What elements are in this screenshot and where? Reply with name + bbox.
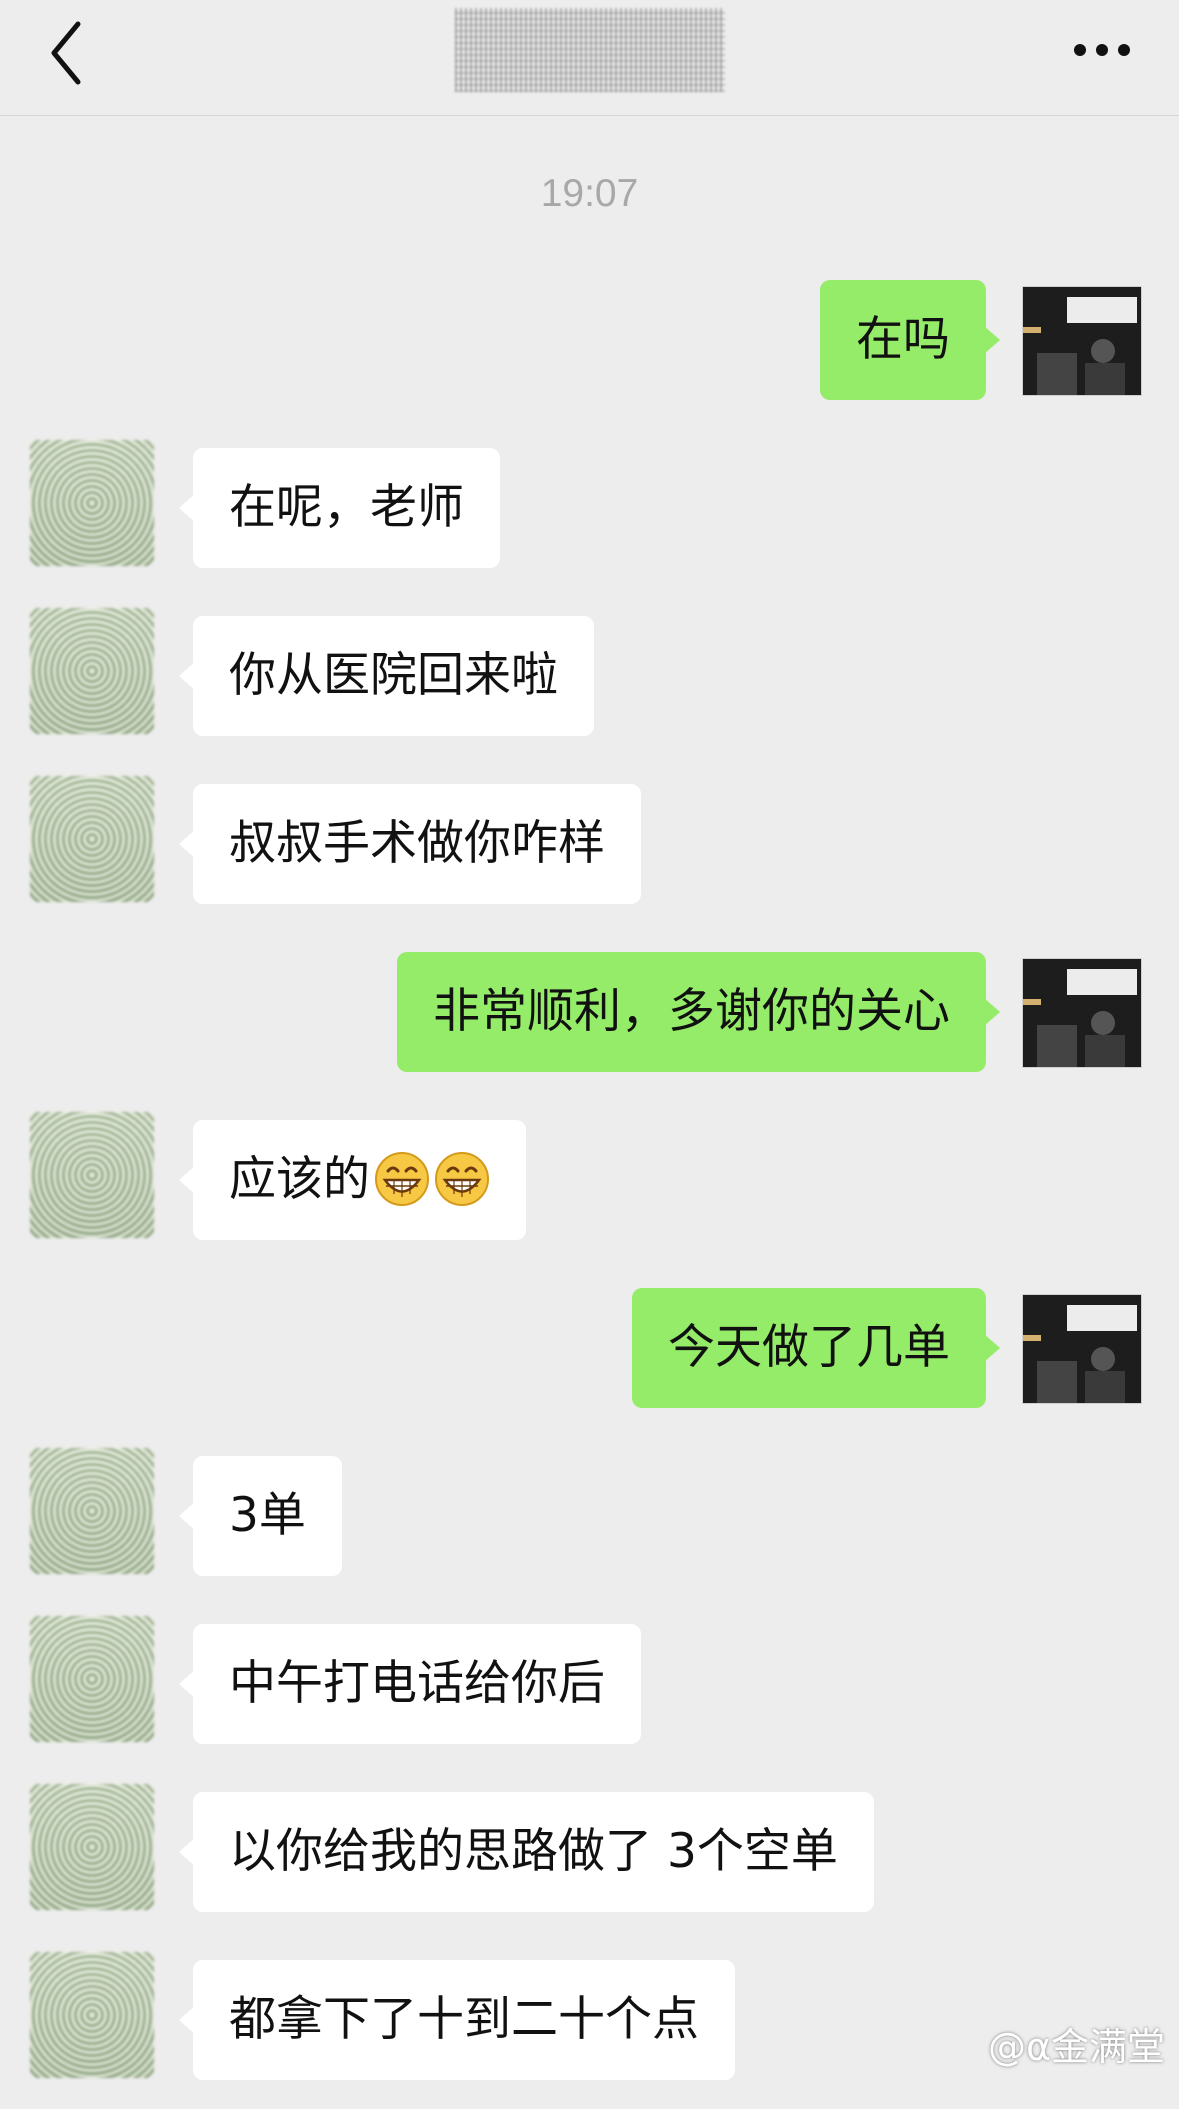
chat-header bbox=[0, 0, 1179, 116]
avatar-image bbox=[1023, 959, 1141, 1067]
message-bubble-received[interactable]: 都拿下了十到二十个点 bbox=[179, 1960, 735, 2080]
chat-title-obscured bbox=[455, 8, 725, 92]
contact-avatar[interactable] bbox=[30, 1448, 154, 1574]
contact-avatar[interactable] bbox=[30, 440, 154, 566]
message-bubble-received[interactable]: 叔叔手术做你咋样 bbox=[179, 784, 641, 904]
my-avatar[interactable] bbox=[1022, 286, 1142, 396]
watermark: @α金满堂 bbox=[987, 2025, 1165, 2069]
message-bubble-received[interactable]: 应该的 bbox=[179, 1120, 526, 1240]
message-bubble-received[interactable]: 在呢，老师 bbox=[179, 448, 500, 568]
contact-avatar[interactable] bbox=[30, 1784, 154, 1910]
contact-avatar[interactable] bbox=[30, 1112, 154, 1238]
contact-avatar[interactable] bbox=[30, 608, 154, 734]
message-text: 应该的 bbox=[229, 1152, 370, 1207]
avatar-image bbox=[1023, 287, 1141, 395]
message-bubble-sent[interactable]: 今天做了几单 bbox=[632, 1288, 1000, 1408]
message-bubble-sent[interactable]: 在吗 bbox=[820, 280, 1000, 400]
grinning-face-icon bbox=[375, 1152, 429, 1206]
grinning-face-icon bbox=[435, 1152, 489, 1206]
chevron-left-icon bbox=[51, 21, 81, 85]
message-bubble-received[interactable]: 3单 bbox=[179, 1456, 342, 1576]
message-bubble-sent[interactable]: 非常顺利，多谢你的关心 bbox=[397, 952, 1000, 1072]
message-bubble-received[interactable]: 中午打电话给你后 bbox=[179, 1624, 641, 1744]
my-avatar[interactable] bbox=[1022, 1294, 1142, 1404]
message-bubble-received[interactable]: 以你给我的思路做了 3个空单 bbox=[179, 1792, 874, 1912]
message-timestamp: 19:07 bbox=[540, 172, 639, 215]
contact-avatar[interactable] bbox=[30, 1616, 154, 1742]
more-options-button[interactable] bbox=[1070, 30, 1140, 70]
contact-avatar[interactable] bbox=[30, 1952, 154, 2078]
ellipsis-icon bbox=[1074, 44, 1130, 56]
contact-avatar[interactable] bbox=[30, 776, 154, 902]
avatar-image bbox=[1023, 1295, 1141, 1403]
message-bubble-received[interactable]: 你从医院回来啦 bbox=[179, 616, 594, 736]
back-button[interactable] bbox=[40, 18, 100, 88]
my-avatar[interactable] bbox=[1022, 958, 1142, 1068]
